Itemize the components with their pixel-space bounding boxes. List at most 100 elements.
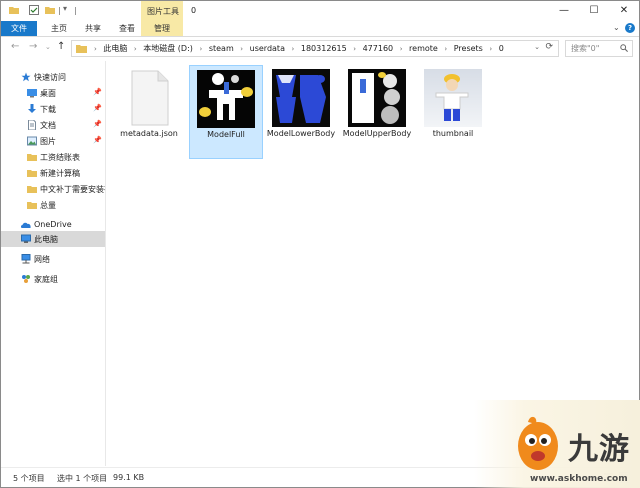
sidebar-item-folder[interactable]: 总量	[1, 197, 105, 213]
sidebar-item-desktop[interactable]: 桌面 📌	[1, 85, 105, 101]
pin-icon[interactable]: 📌	[93, 104, 102, 112]
download-icon	[28, 104, 36, 113]
tab-file[interactable]: 文件	[1, 21, 37, 36]
up-arrow-icon[interactable]: ↑	[57, 41, 65, 52]
sidebar-item-folder[interactable]: 中文补丁需要安装在	[1, 181, 105, 197]
computer-icon	[21, 234, 31, 243]
sidebar-item-this-pc[interactable]: 此电脑	[1, 231, 105, 247]
selected-size: 99.1 KB	[113, 473, 145, 482]
sidebar-item-label: 网络	[34, 255, 50, 264]
refresh-icon[interactable]: ⟳	[545, 42, 553, 52]
sidebar-item-downloads[interactable]: 下载 📌	[1, 101, 105, 117]
image-thumbnail	[348, 69, 406, 127]
breadcrumb-item[interactable]: 180312615	[301, 44, 347, 53]
pin-icon[interactable]: 📌	[93, 120, 102, 128]
breadcrumb-item[interactable]: 本地磁盘 (D:)	[143, 44, 193, 53]
file-item[interactable]: ModelUpperBody	[341, 65, 413, 157]
breadcrumb-separator: ›	[133, 45, 137, 53]
folder-icon	[27, 202, 37, 209]
sidebar-item-folder[interactable]: 新建计算稿	[1, 165, 105, 181]
breadcrumb-item[interactable]: 0	[499, 44, 504, 53]
tab-home[interactable]: 主页	[45, 21, 73, 36]
onedrive-icon	[21, 222, 31, 228]
search-input[interactable]: 搜索"0"	[565, 40, 633, 57]
desktop-icon	[27, 89, 37, 98]
breadcrumb-item[interactable]: Presets	[454, 44, 483, 53]
folder-icon	[76, 45, 87, 53]
breadcrumb-item[interactable]: steam	[209, 44, 234, 53]
sidebar-item-folder[interactable]: 工资结账表	[1, 149, 105, 165]
watermark-brand: 九游	[568, 432, 630, 467]
breadcrumb-separator: ›	[353, 45, 357, 53]
breadcrumb-separator: ›	[444, 45, 448, 53]
file-item[interactable]: ModelLowerBody	[265, 65, 337, 157]
sidebar-item-label: 文档	[40, 121, 56, 130]
search-icon	[620, 44, 628, 52]
new-folder-icon[interactable]	[45, 5, 55, 15]
picture-tools-header: 图片工具	[141, 1, 183, 21]
file-name: ModelFull	[207, 130, 245, 139]
tab-view[interactable]: 查看	[113, 21, 141, 36]
item-count: 5 个项目	[13, 474, 45, 483]
network-icon	[21, 254, 31, 264]
breadcrumb-item[interactable]: 477160	[363, 44, 394, 53]
folder-icon	[27, 154, 37, 161]
file-item[interactable]: metadata.json	[113, 65, 185, 157]
title-bar: | ▾ 图片工具 0 — ☐ ✕	[1, 1, 639, 21]
breadcrumb-item[interactable]: 此电脑	[103, 44, 127, 53]
help-icon[interactable]: ?	[625, 23, 635, 33]
sidebar-item-homegroup[interactable]: 家庭组	[1, 271, 105, 287]
sidebar-item-documents[interactable]: 文档 📌	[1, 117, 105, 133]
sidebar-item-label: 家庭组	[34, 275, 58, 284]
ribbon-tabs: 文件 主页 共享 查看 管理 ⌄ ?	[1, 21, 639, 37]
sidebar-item-label: 桌面	[40, 89, 56, 98]
breadcrumb: › 此电脑 › 本地磁盘 (D:) › steam › userdata › 1…	[90, 43, 504, 54]
pin-icon[interactable]: 📌	[93, 88, 102, 96]
breadcrumb-separator: ›	[399, 45, 403, 53]
file-name: thumbnail	[432, 129, 474, 138]
recent-locations-chevron-icon[interactable]: ⌄	[45, 43, 51, 51]
back-arrow-icon[interactable]: ←	[11, 41, 19, 52]
maximize-button[interactable]: ☐	[579, 1, 609, 21]
folder-icon[interactable]	[9, 5, 19, 15]
breadcrumb-separator: ›	[199, 45, 203, 53]
sidebar-item-pictures[interactable]: 图片 📌	[1, 133, 105, 149]
generic-file-icon	[131, 70, 169, 126]
watermark-url: www.askhome.com	[530, 474, 628, 484]
quick-access-separator: |	[58, 6, 61, 15]
forward-arrow-icon[interactable]: →	[29, 41, 37, 52]
breadcrumb-separator: ›	[291, 45, 295, 53]
navigation-pane: 快速访问 桌面 📌 下载 📌 文档 📌 图片 📌 工资结账表 新建计算稿 中文补…	[1, 61, 106, 466]
file-name: ModelUpperBody	[342, 129, 412, 138]
sidebar-item-label: 图片	[40, 137, 56, 146]
homegroup-icon	[22, 275, 30, 283]
file-item-selected[interactable]: ModelFull	[189, 65, 263, 159]
address-bar[interactable]: › 此电脑 › 本地磁盘 (D:) › steam › userdata › 1…	[71, 40, 559, 57]
address-dropdown-icon[interactable]: ⌄	[534, 43, 540, 51]
sidebar-item-label: 总量	[40, 201, 56, 210]
close-button[interactable]: ✕	[609, 1, 639, 21]
sidebar-item-label: 快速访问	[34, 73, 66, 82]
breadcrumb-separator: ›	[94, 45, 97, 53]
tab-manage[interactable]: 管理	[141, 21, 183, 36]
breadcrumb-item[interactable]: userdata	[250, 44, 285, 53]
image-thumbnail	[197, 70, 255, 128]
properties-icon[interactable]	[29, 5, 39, 15]
ribbon-expand-icon[interactable]: ⌄	[613, 23, 620, 32]
pin-icon[interactable]: 📌	[93, 136, 102, 144]
sidebar-item-network[interactable]: 网络	[1, 251, 105, 267]
navigation-bar: ← → ⌄ ↑ › 此电脑 › 本地磁盘 (D:) › steam › user…	[1, 37, 639, 59]
minimize-button[interactable]: —	[549, 1, 579, 21]
sidebar-item-quick-access[interactable]: 快速访问	[1, 69, 105, 85]
document-icon	[28, 120, 36, 130]
tab-share[interactable]: 共享	[79, 21, 107, 36]
breadcrumb-separator: ›	[240, 45, 244, 53]
file-item[interactable]: thumbnail	[417, 65, 489, 157]
folder-icon	[27, 170, 37, 177]
quick-access-dropdown-icon[interactable]: ▾	[63, 4, 67, 13]
breadcrumb-item[interactable]: remote	[409, 44, 438, 53]
sidebar-item-label: 工资结账表	[40, 153, 80, 162]
picture-tools-label: 图片工具	[147, 7, 179, 16]
mascot-logo-icon	[518, 416, 558, 470]
sidebar-item-label: 新建计算稿	[40, 169, 80, 178]
